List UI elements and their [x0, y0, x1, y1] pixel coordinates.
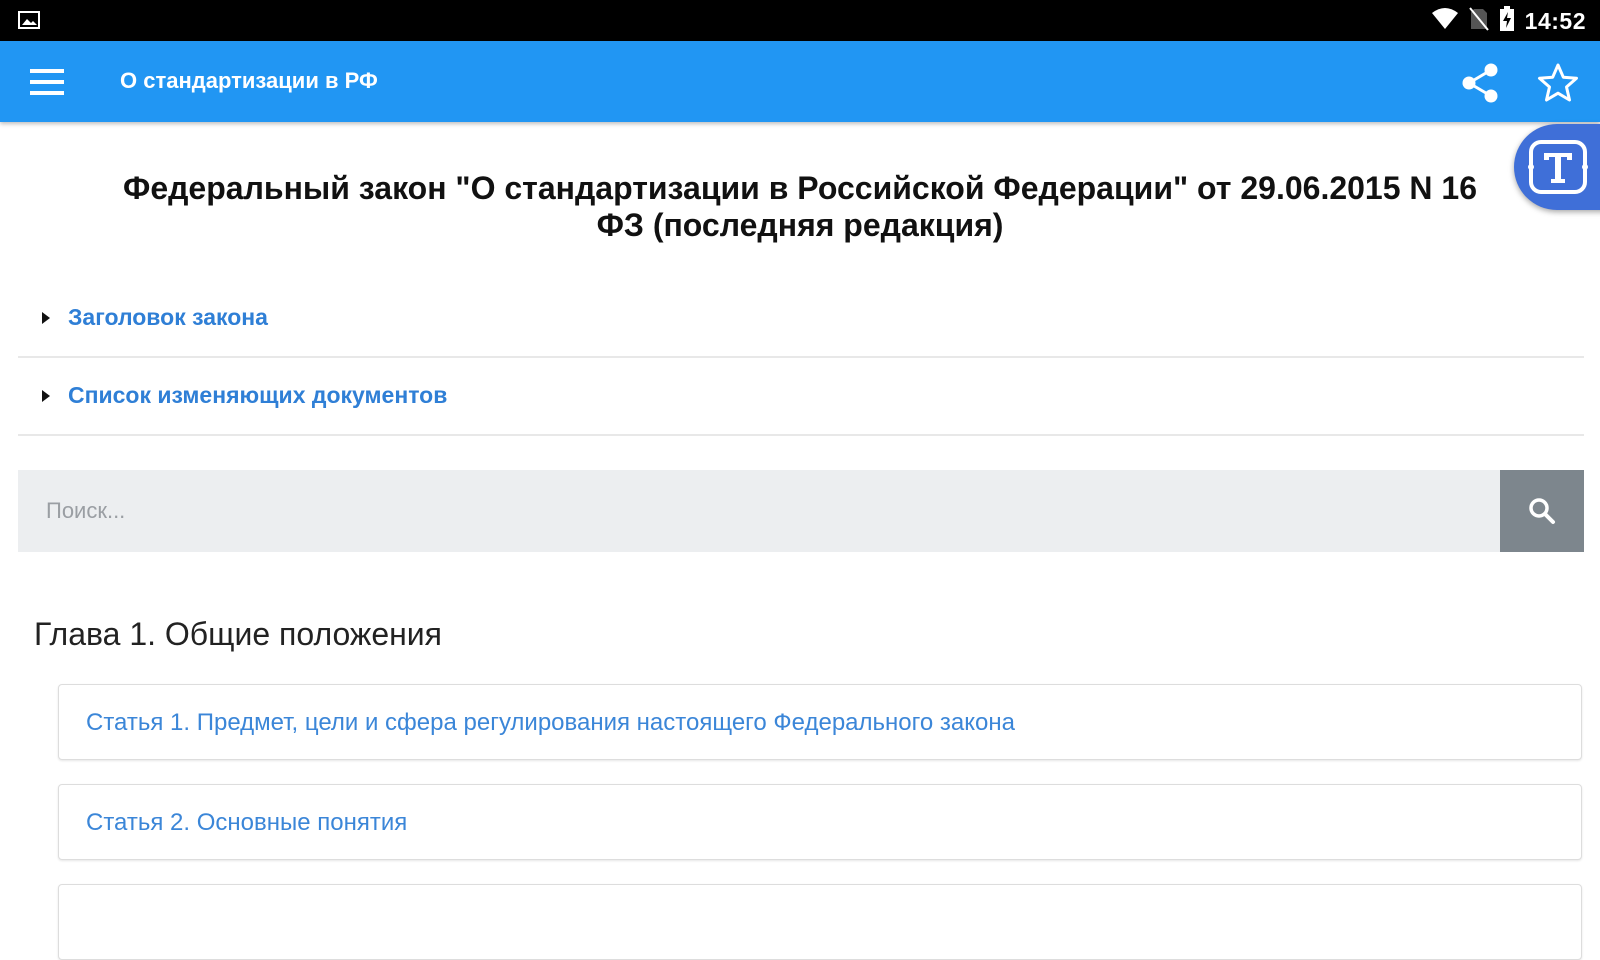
article-label: Статья 2. Основные понятия	[86, 809, 408, 836]
article-item[interactable]	[58, 884, 1582, 960]
status-icons: 14:52	[1431, 5, 1586, 37]
article-item[interactable]: Статья 1. Предмет, цели и сфера регулиро…	[58, 684, 1582, 760]
clock: 14:52	[1524, 7, 1586, 34]
search-icon	[1529, 498, 1555, 524]
wifi-icon	[1431, 7, 1459, 36]
share-icon	[1462, 63, 1498, 103]
battery-charging-icon	[1499, 5, 1515, 37]
menu-icon	[30, 69, 64, 95]
expander-label: Список изменяющих документов	[68, 382, 448, 408]
menu-button[interactable]	[24, 63, 72, 103]
no-sim-icon	[1468, 6, 1489, 36]
star-icon	[1538, 63, 1578, 102]
chapter-title: Глава 1. Общие положения	[34, 616, 442, 652]
search-button[interactable]	[1500, 470, 1584, 552]
app-bar: О стандартизации в РФ	[0, 41, 1600, 122]
favorite-button[interactable]	[1534, 59, 1582, 107]
expander-law-header[interactable]: Заголовок закона	[18, 280, 1584, 358]
share-button[interactable]	[1456, 59, 1504, 107]
app-title: О стандартизации в РФ	[120, 68, 378, 93]
expand-arrow-icon	[42, 390, 50, 402]
document-title: Федеральный закон "О стандартизации в Ро…	[123, 170, 1477, 243]
expander-amending-documents[interactable]: Список изменяющих документов	[18, 358, 1584, 436]
search-input[interactable]	[18, 470, 1500, 552]
expand-arrow-icon	[42, 312, 50, 324]
status-bar: 14:52	[0, 0, 1600, 41]
image-notification-icon	[18, 10, 40, 30]
article-item[interactable]: Статья 2. Основные понятия	[58, 784, 1582, 860]
article-label: Статья 1. Предмет, цели и сфера регулиро…	[86, 709, 1015, 736]
expander-label: Заголовок закона	[68, 304, 268, 330]
